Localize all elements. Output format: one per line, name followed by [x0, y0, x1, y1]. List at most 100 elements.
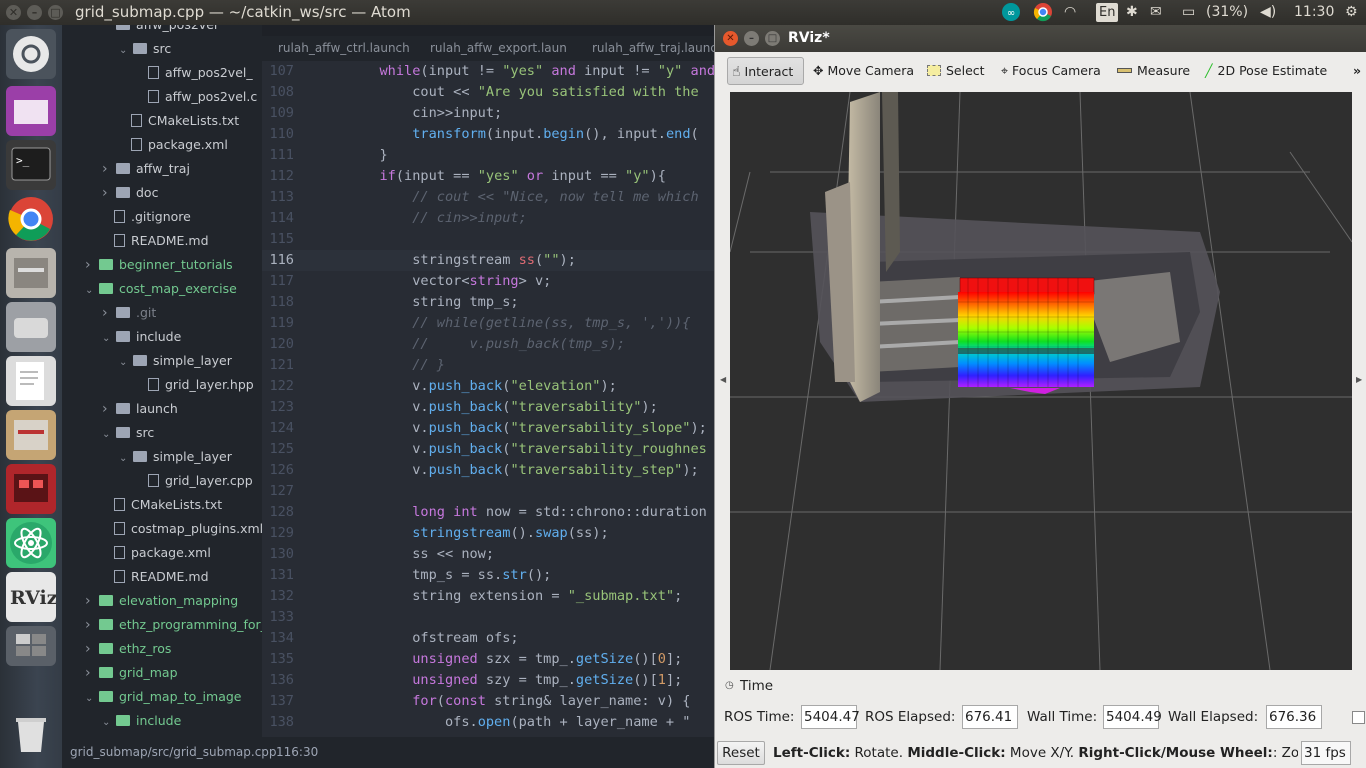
chevron-right-icon[interactable]: ›	[102, 397, 116, 421]
ubuntu-icon[interactable]	[6, 29, 56, 79]
chevron-down-icon[interactable]: ⌄	[119, 447, 133, 471]
workspace-icon[interactable]	[6, 626, 56, 666]
code-line[interactable]: 134 ofstream ofs;	[262, 628, 714, 649]
close-icon[interactable]: ✕	[6, 5, 21, 20]
interact-tool[interactable]: ☝ Interact	[727, 57, 805, 85]
tree-item[interactable]: ⌄ grid_map_to_image	[85, 685, 242, 709]
code-line[interactable]: 122 v.push_back("elevation");	[262, 376, 714, 397]
chevron-down-icon[interactable]: ⌄	[102, 327, 116, 351]
keyboard-layout[interactable]: En	[1096, 3, 1119, 22]
ros-elapsed-field[interactable]: 676.41	[962, 705, 1018, 729]
focus-camera-tool[interactable]: ⌖ Focus Camera	[1001, 57, 1101, 85]
code-line[interactable]: 133	[262, 607, 714, 628]
code-line[interactable]: 118 string tmp_s;	[262, 292, 714, 313]
file-path[interactable]: grid_submap/src/grid_submap.cpp	[70, 737, 277, 768]
tree-item[interactable]: ⌄ simple_layer	[119, 445, 232, 469]
tree-item[interactable]: › ethz_ros	[85, 637, 171, 661]
tree-item[interactable]: CMakeLists.txt	[119, 109, 239, 133]
presentation-icon[interactable]	[6, 464, 56, 514]
gear-icon[interactable]: ⚙	[1345, 2, 1358, 23]
tree-item[interactable]: affw_pos2vel_	[136, 61, 253, 85]
minimize-icon[interactable]: –	[744, 31, 759, 46]
chevron-down-icon[interactable]: ⌄	[119, 351, 133, 375]
terminal-icon[interactable]: >_	[6, 140, 56, 190]
tree-item[interactable]: ⌄ cost_map_exercise	[85, 277, 237, 301]
code-line[interactable]: 107 while(input != "yes" and input != "y…	[262, 61, 714, 82]
code-line[interactable]: 138 ofs.open(path + layer_name + "	[262, 712, 714, 733]
trash-icon[interactable]	[6, 708, 56, 758]
tree-item[interactable]: ⌄ include	[102, 709, 181, 733]
code-line[interactable]: 108 cout << "Are you satisfied with the	[262, 82, 714, 103]
reset-button[interactable]: Reset	[717, 741, 765, 765]
code-line[interactable]: 116 stringstream ss("");	[262, 250, 714, 271]
files-icon[interactable]	[6, 248, 56, 298]
bluetooth-icon[interactable]: ✱	[1126, 2, 1138, 23]
tree-item[interactable]: ⌄ src	[102, 421, 154, 445]
code-line[interactable]: 112 if(input == "yes" or input == "y"){	[262, 166, 714, 187]
tree-item[interactable]: › ethz_programming_for_	[85, 613, 262, 637]
tree-item[interactable]: grid_layer.cpp	[136, 469, 253, 493]
text-editor-icon[interactable]	[6, 356, 56, 406]
tree-item[interactable]: › beginner_tutorials	[85, 253, 233, 277]
tree-item[interactable]: › .git	[102, 301, 156, 325]
chevron-right-icon[interactable]: ›	[102, 301, 116, 325]
chevron-down-icon[interactable]: ⌄	[85, 279, 99, 303]
maximize-icon[interactable]: □	[765, 31, 780, 46]
chevron-right-icon[interactable]: ›	[85, 589, 99, 613]
chevron-right-icon[interactable]: ›	[85, 637, 99, 661]
code-line[interactable]: 121 // }	[262, 355, 714, 376]
tree-item[interactable]: CMakeLists.txt	[102, 493, 222, 517]
tree-item[interactable]: README.md	[102, 565, 209, 589]
code-line[interactable]: 125 v.push_back("traversability_roughnes	[262, 439, 714, 460]
code-line[interactable]: 127	[262, 481, 714, 502]
code-line[interactable]: 131 tmp_s = ss.str();	[262, 565, 714, 586]
tree-item[interactable]: package.xml	[102, 541, 211, 565]
code-line[interactable]: 113 // cout << "Nice, now tell me which	[262, 187, 714, 208]
code-editor[interactable]: 107 while(input != "yes" and input != "y…	[262, 61, 714, 737]
chrome-icon[interactable]	[1033, 2, 1054, 23]
maximize-icon[interactable]: □	[48, 5, 63, 20]
chevron-right-icon[interactable]: ›	[85, 613, 99, 637]
chevron-down-icon[interactable]: ⌄	[85, 687, 99, 711]
tree-item[interactable]: costmap_plugins.xml	[102, 517, 262, 541]
code-line[interactable]: 136 unsigned szy = tmp_.getSize()[1];	[262, 670, 714, 691]
move-camera-tool[interactable]: ✥ Move Camera	[813, 57, 914, 85]
cursor-position[interactable]: 116:30	[276, 737, 318, 768]
left-collapse-icon[interactable]: ◀	[720, 375, 726, 384]
code-line[interactable]: 130 ss << now;	[262, 544, 714, 565]
chrome-icon[interactable]	[6, 194, 56, 244]
tree-item[interactable]: › launch	[102, 397, 178, 421]
measure-tool[interactable]: Measure	[1117, 57, 1190, 85]
rviz-icon[interactable]: RViz	[6, 572, 58, 622]
more-tools-button[interactable]: »	[1353, 57, 1361, 85]
code-line[interactable]: 129 stringstream().swap(ss);	[262, 523, 714, 544]
code-line[interactable]: 128 long int now = std::chrono::duration	[262, 502, 714, 523]
right-collapse-icon[interactable]: ▶	[1356, 375, 1362, 384]
select-tool[interactable]: Select	[927, 57, 985, 85]
tree-item[interactable]: › elevation_mapping	[85, 589, 238, 613]
pose-estimate-tool[interactable]: ╱ 2D Pose Estimate	[1205, 57, 1327, 85]
tab-export-launch[interactable]: rulah_affw_export.launch	[430, 41, 566, 55]
chevron-right-icon[interactable]: ›	[102, 181, 116, 205]
tree-item[interactable]: › doc	[102, 181, 158, 205]
battery-percent[interactable]: (31%)	[1206, 2, 1248, 23]
code-line[interactable]: 115	[262, 229, 714, 250]
experimental-checkbox[interactable]	[1352, 711, 1365, 724]
screen-icon[interactable]	[6, 86, 56, 136]
chevron-right-icon[interactable]: ›	[85, 661, 99, 685]
chevron-down-icon[interactable]: ⌄	[102, 711, 116, 735]
mail-icon[interactable]: ✉	[1150, 2, 1162, 23]
render-view[interactable]	[730, 92, 1352, 670]
tree-item[interactable]: grid_layer.hpp	[136, 373, 254, 397]
tree-item[interactable]: .gitignore	[102, 205, 191, 229]
volume-icon[interactable]: ◀)	[1260, 2, 1276, 23]
code-line[interactable]: 109 cin>>input;	[262, 103, 714, 124]
tree-item[interactable]: affw_pos2vel	[102, 25, 217, 37]
archive-icon[interactable]	[6, 410, 56, 460]
tree-item[interactable]: ⌄ src	[119, 37, 171, 61]
wifi-icon[interactable]: ◠	[1064, 2, 1076, 23]
project-tree[interactable]: affw_pos2vel⌄srcaffw_pos2vel_affw_pos2ve…	[62, 25, 262, 737]
minimize-icon[interactable]: –	[27, 5, 42, 20]
wall-time-field[interactable]: 5404.49	[1103, 705, 1162, 729]
chevron-down-icon[interactable]: ⌄	[119, 39, 133, 63]
